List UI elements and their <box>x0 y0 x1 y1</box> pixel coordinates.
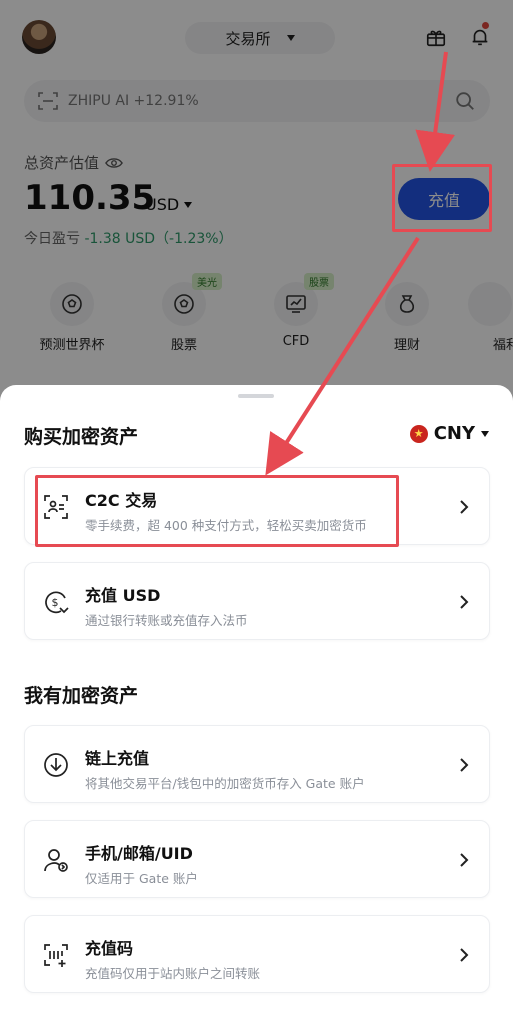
cny-flag-icon: ★ <box>409 424 428 443</box>
svg-text:$: $ <box>52 596 59 609</box>
own-crypto-title: 我有加密资产 <box>24 685 139 707</box>
option-onchain-deposit[interactable]: 链上充值 将其他交易平台/钱包中的加密货币存入 Gate 账户 <box>24 725 490 803</box>
option-title: 充值码 <box>85 939 134 958</box>
chevron-right-icon <box>460 758 469 772</box>
chevron-right-icon <box>460 500 469 514</box>
buy-crypto-title: 购买加密资产 <box>24 426 139 448</box>
user-transfer-icon <box>44 849 68 872</box>
option-desc: 通过银行转账或充值存入法币 <box>85 613 248 628</box>
option-desc: 仅适用于 Gate 账户 <box>85 871 198 886</box>
option-title: 手机/邮箱/UID <box>85 844 193 863</box>
deposit-button-highlight <box>392 164 492 232</box>
download-icon <box>44 753 68 777</box>
currency-selector[interactable]: ★ CNY <box>409 423 489 444</box>
currency-code: CNY <box>433 423 475 444</box>
dollar-deposit-icon: $ <box>45 591 69 614</box>
option-desc: 将其他交易平台/钱包中的加密货币存入 Gate 账户 <box>85 776 365 791</box>
sheet-grabber[interactable] <box>238 394 274 398</box>
option-deposit-usd[interactable]: $ 充值 USD 通过银行转账或充值存入法币 <box>24 562 490 640</box>
chevron-right-icon <box>460 948 469 962</box>
code-scan-icon <box>44 944 68 967</box>
option-deposit-code[interactable]: 充值码 充值码仅用于站内账户之间转账 <box>24 915 490 993</box>
option-title: 链上充值 <box>85 749 150 768</box>
chevron-right-icon <box>460 853 469 867</box>
caret-down-icon <box>481 430 489 437</box>
c2c-option-highlight <box>35 475 399 547</box>
chevron-right-icon <box>460 595 469 609</box>
option-phone-email-uid[interactable]: 手机/邮箱/UID 仅适用于 Gate 账户 <box>24 820 490 898</box>
option-title: 充值 USD <box>85 586 161 605</box>
option-desc: 充值码仅用于站内账户之间转账 <box>85 966 261 981</box>
